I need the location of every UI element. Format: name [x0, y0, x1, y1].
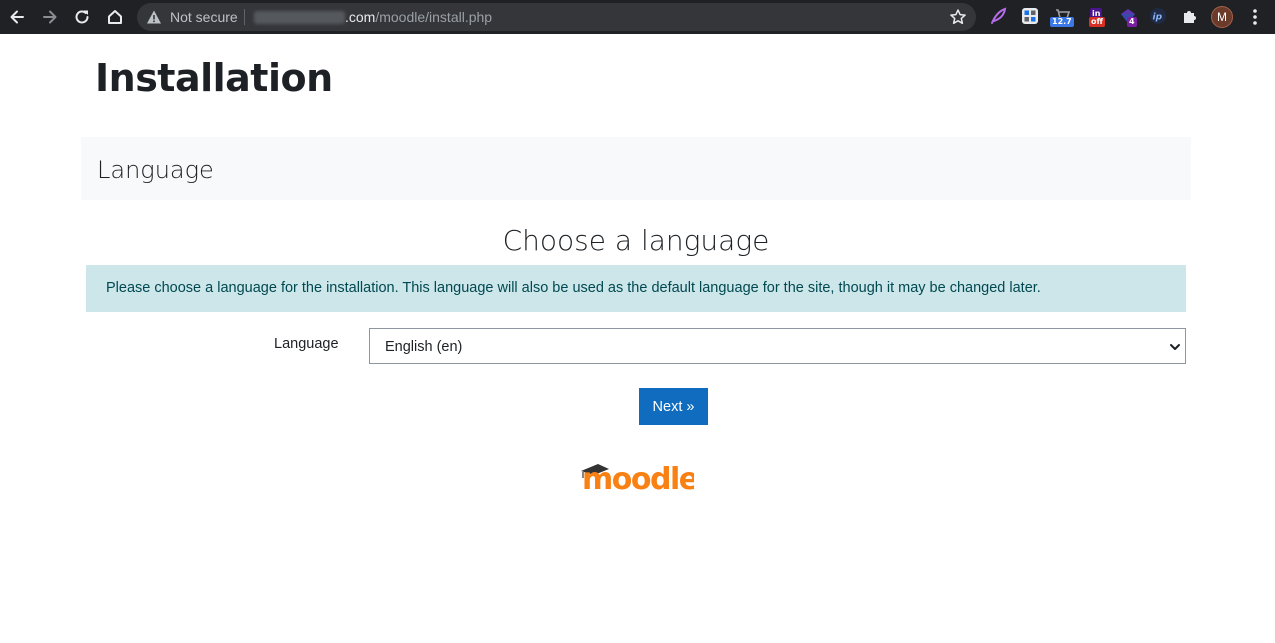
security-status[interactable]: Not secure — [170, 9, 238, 25]
extension-in[interactable]: in off — [1087, 6, 1107, 27]
back-button[interactable] — [5, 5, 29, 29]
puzzle-icon — [1184, 11, 1196, 23]
extension-badge: off — [1089, 17, 1105, 27]
extensions-menu-button[interactable] — [1180, 6, 1200, 26]
reload-icon — [75, 10, 89, 24]
language-label: Language — [274, 336, 339, 352]
warning-icon — [147, 10, 161, 24]
grid-icon — [1022, 8, 1038, 24]
extension-grid[interactable] — [1020, 6, 1040, 26]
language-select[interactable]: English (en) — [369, 328, 1186, 364]
page-title: Installation — [95, 56, 333, 100]
forward-arrow-icon — [43, 10, 57, 24]
url-path: /moodle/install.php — [375, 9, 493, 25]
choose-language-heading: Choose a language — [502, 224, 770, 257]
address-bar[interactable]: Not secure .com/moodle/install.php — [137, 3, 976, 31]
forward-button[interactable] — [38, 5, 62, 29]
svg-text:ip: ip — [1153, 13, 1163, 23]
profile-avatar[interactable]: M — [1211, 6, 1233, 28]
extension-badge: 12.7 — [1050, 17, 1074, 27]
extension-gem[interactable]: 4 — [1118, 6, 1138, 27]
home-icon — [108, 10, 122, 24]
home-button[interactable] — [103, 5, 127, 29]
extension-ip[interactable]: ip — [1148, 6, 1168, 26]
kebab-menu-icon — [1253, 9, 1257, 25]
section-header: Language — [81, 137, 1191, 200]
browser-menu-button[interactable] — [1243, 5, 1267, 29]
browser-toolbar: Not secure .com/moodle/install.php 12.7 — [0, 0, 1275, 34]
language-selected-value: English (en) — [385, 339, 463, 355]
feather-icon — [991, 7, 1007, 24]
extension-feather[interactable] — [988, 6, 1008, 26]
redacted-hostname — [254, 11, 345, 24]
info-alert: Please choose a language for the install… — [86, 265, 1186, 312]
address-separator — [244, 9, 245, 25]
next-button[interactable]: Next » — [639, 388, 708, 425]
reload-button[interactable] — [70, 5, 94, 29]
bookmark-star-icon[interactable] — [949, 8, 967, 26]
url-host-suffix: .com — [345, 9, 376, 25]
chevron-down-icon — [1170, 344, 1180, 350]
back-arrow-icon — [10, 10, 24, 24]
moodle-logo: moodle — [578, 459, 699, 497]
extension-cart[interactable]: 12.7 — [1050, 6, 1074, 27]
ip-icon: ip — [1150, 8, 1166, 24]
logo-wordmark: moodle — [582, 462, 694, 493]
section-title: Language — [97, 156, 214, 184]
extension-badge: 4 — [1127, 17, 1137, 27]
moodle-logo-icon: moodle — [581, 462, 699, 497]
url-text: .com/moodle/install.php — [345, 9, 492, 25]
